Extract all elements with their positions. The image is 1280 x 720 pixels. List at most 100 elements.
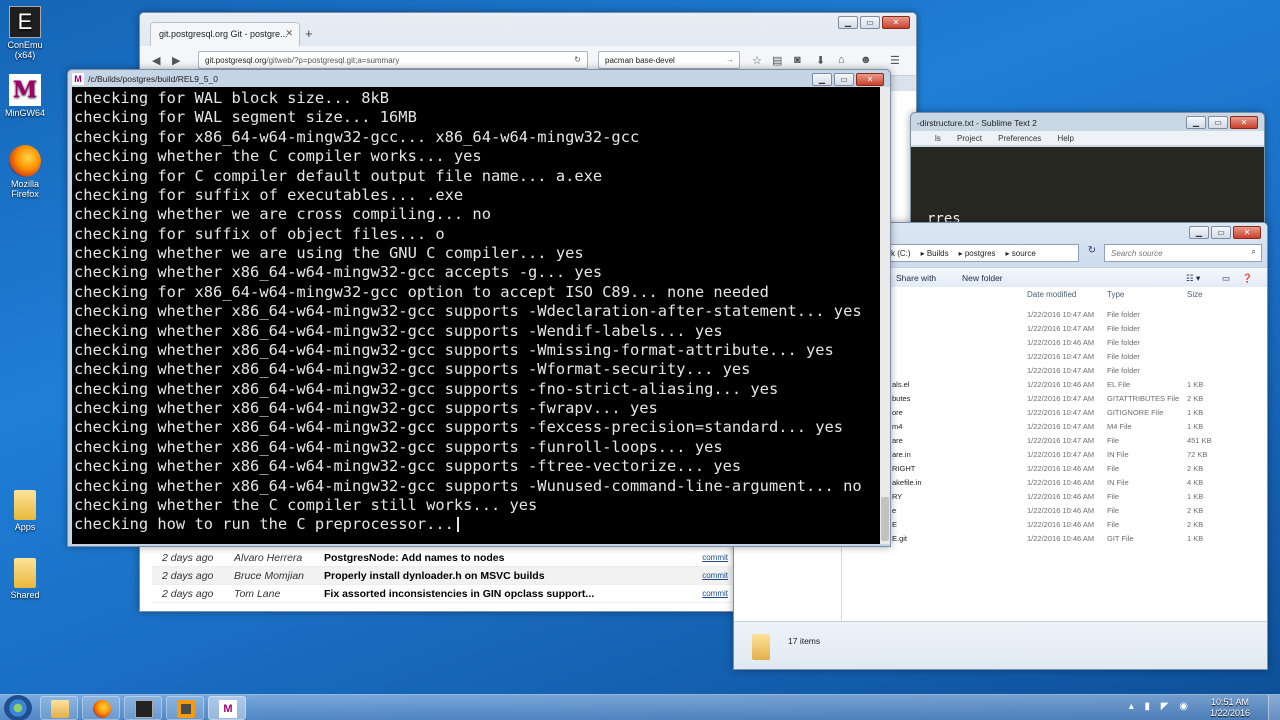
file-date: 1/22/2016 10:47 AM xyxy=(1027,408,1095,417)
column-type[interactable]: Type xyxy=(1107,290,1124,299)
help-icon[interactable]: ❓ xyxy=(1242,273,1253,284)
taskbar-conemu[interactable] xyxy=(124,696,162,720)
bookmark-star-icon[interactable]: ☆ xyxy=(752,54,762,67)
scrollbar[interactable] xyxy=(880,87,890,544)
terminal-line: checking whether x86_64-w64-mingw32-gcc … xyxy=(74,379,779,398)
reading-list-icon[interactable]: ▤ xyxy=(772,54,782,67)
folder-icon xyxy=(14,490,36,520)
breadcrumb-builds[interactable]: Builds xyxy=(927,249,949,258)
commit-link[interactable]: commit xyxy=(692,589,732,598)
taskbar-explorer[interactable] xyxy=(40,696,78,720)
taskbar: M ▴ ▮ ◤ ◉ 10:51 AM 1/22/2016 xyxy=(0,694,1280,720)
commit-link[interactable]: commit xyxy=(692,571,732,580)
hello-icon[interactable]: ☻ xyxy=(860,54,872,66)
terminal-line: checking whether x86_64-w64-mingw32-gcc … xyxy=(74,437,723,456)
url-bar[interactable]: git.postgresql.org/gitweb/?p=postgresql.… xyxy=(198,51,588,69)
breadcrumb-source[interactable]: source xyxy=(1012,249,1036,258)
notification-area[interactable]: ▴ ▮ ◤ ◉ xyxy=(1129,701,1192,712)
taskbar-msys[interactable]: M xyxy=(208,696,246,720)
download-icon[interactable]: ⬇ xyxy=(816,54,825,67)
back-icon[interactable]: ◀ xyxy=(152,54,160,67)
breadcrumb-drive[interactable]: k (C:) xyxy=(891,249,911,258)
commit-message[interactable]: Fix assorted inconsistencies in GIN opcl… xyxy=(324,588,692,600)
tab-title: git.postgresql.org Git - postgre... xyxy=(159,29,288,39)
file-type: IN File xyxy=(1107,450,1129,459)
close-button[interactable]: ✕ xyxy=(882,16,910,29)
desktop-icon-conemu[interactable]: E ConEmu (x64) xyxy=(4,6,46,60)
menu-item-project[interactable]: Project xyxy=(957,134,982,143)
close-tab-icon[interactable]: ✕ xyxy=(285,28,293,39)
commit-author: Tom Lane xyxy=(234,587,281,600)
file-date: 1/22/2016 10:46 AM xyxy=(1027,492,1095,501)
column-size[interactable]: Size xyxy=(1187,290,1203,299)
new-tab-icon[interactable]: + xyxy=(305,26,313,41)
desktop-icon-label: ConEmu (x64) xyxy=(7,40,43,60)
address-bar[interactable]: k (C:) ▸ Builds ▸ postgres ▸ source xyxy=(884,244,1079,262)
new-folder-button[interactable]: New folder xyxy=(962,273,1003,283)
menu-item-tools[interactable]: ls xyxy=(935,134,941,143)
maximize-button[interactable]: ▭ xyxy=(1208,116,1228,129)
maximize-button[interactable]: ▭ xyxy=(1211,226,1231,239)
commit-message[interactable]: Properly install dynloader.h on MSVC bui… xyxy=(324,570,692,582)
search-input[interactable]: Search source ⌕ xyxy=(1104,244,1262,262)
taskbar-sublime[interactable] xyxy=(166,696,204,720)
commit-age: 2 days ago xyxy=(162,569,214,582)
menu-icon[interactable]: ☰ xyxy=(890,54,900,67)
start-button[interactable] xyxy=(4,695,32,720)
commit-message[interactable]: PostgresNode: Add names to nodes xyxy=(324,552,692,564)
refresh-icon[interactable]: ↻ xyxy=(1084,245,1100,261)
file-name: E xyxy=(892,520,898,529)
file-date: 1/22/2016 10:47 AM xyxy=(1027,310,1095,319)
browser-tab[interactable]: git.postgresql.org Git - postgre... ✕ xyxy=(150,22,300,46)
column-date[interactable]: Date modified xyxy=(1027,290,1076,299)
url-host: git.postgresql.org xyxy=(205,56,267,65)
breadcrumb-postgres[interactable]: postgres xyxy=(965,249,996,258)
sublime-icon xyxy=(177,700,195,718)
scrollbar-thumb[interactable] xyxy=(881,497,889,541)
close-button[interactable]: ✕ xyxy=(856,73,884,86)
window-title: -dirstructure.txt - Sublime Text 2 xyxy=(917,118,1037,128)
file-type: M4 File xyxy=(1107,422,1132,431)
file-type: EL File xyxy=(1107,380,1131,389)
minimize-button[interactable]: ▁ xyxy=(838,16,858,29)
desktop-icon-apps[interactable]: Apps xyxy=(4,490,46,532)
search-go-icon[interactable]: → xyxy=(726,55,734,64)
shortlog-table: 2 days ago Alvaro Herrera PostgresNode: … xyxy=(152,549,732,603)
menu-item-help[interactable]: Help xyxy=(1058,134,1074,143)
maximize-button[interactable]: ▭ xyxy=(834,73,854,86)
maximize-button[interactable]: ▭ xyxy=(860,16,880,29)
terminal-line: checking whether we are cross compiling.… xyxy=(74,205,491,224)
taskbar-firefox[interactable] xyxy=(82,696,120,720)
file-date: 1/22/2016 10:46 AM xyxy=(1027,506,1095,515)
desktop-icon-firefox[interactable]: Mozilla Firefox xyxy=(4,145,46,199)
close-button[interactable]: ✕ xyxy=(1230,116,1258,129)
desktop-icon-mingw64[interactable]: M MinGW64 xyxy=(4,74,46,118)
minimize-button[interactable]: ▁ xyxy=(1189,226,1209,239)
preview-pane-icon[interactable]: ▭ xyxy=(1222,273,1230,284)
reload-icon[interactable]: ↻ xyxy=(574,55,581,64)
pocket-icon[interactable]: ◙ xyxy=(794,54,801,66)
show-desktop-button[interactable] xyxy=(1268,695,1280,720)
file-date: 1/22/2016 10:47 AM xyxy=(1027,352,1095,361)
clock[interactable]: 10:51 AM 1/22/2016 xyxy=(1210,697,1250,719)
terminal-line: checking whether the C compiler works...… xyxy=(74,147,482,166)
home-icon[interactable]: ⌂ xyxy=(838,54,845,66)
folder-icon xyxy=(14,558,36,588)
desktop-icon-shared[interactable]: Shared xyxy=(4,558,46,600)
minimize-button[interactable]: ▁ xyxy=(1186,116,1206,129)
editor-area[interactable]: rres xyxy=(911,147,1264,231)
file-type: File xyxy=(1107,492,1120,501)
view-options-icon[interactable]: ☷ ▾ xyxy=(1186,273,1200,284)
menu-item-preferences[interactable]: Preferences xyxy=(998,134,1041,143)
close-button[interactable]: ✕ xyxy=(1233,226,1261,239)
search-field[interactable]: pacman base-devel → xyxy=(598,51,740,69)
file-name: RY xyxy=(892,492,903,501)
commit-link[interactable]: commit xyxy=(692,553,732,562)
terminal-screen[interactable]: checking for WAL block size... 8kB checki… xyxy=(72,87,880,544)
minimize-button[interactable]: ▁ xyxy=(812,73,832,86)
terminal-line: checking whether we are using the GNU C … xyxy=(74,244,584,262)
file-name: e xyxy=(892,506,897,515)
forward-icon[interactable]: ▶ xyxy=(172,54,180,67)
terminal-line: checking whether x86_64-w64-mingw32-gcc … xyxy=(74,360,751,379)
share-with-button[interactable]: Share with xyxy=(896,273,936,283)
